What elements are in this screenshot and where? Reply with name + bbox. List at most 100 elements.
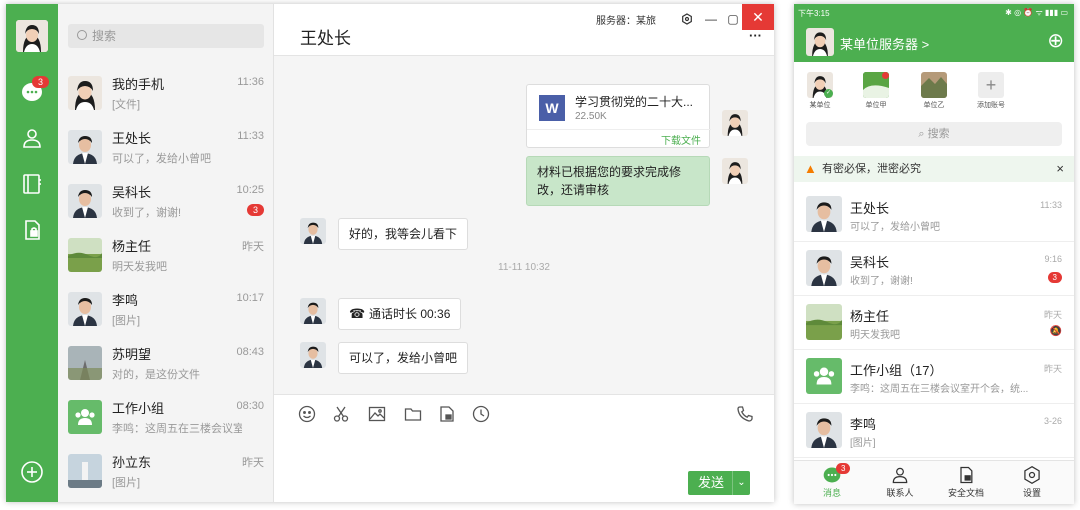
history-clock-icon[interactable] (472, 405, 490, 423)
add-icon[interactable] (18, 458, 46, 486)
time-separator: 11-11 10:32 (498, 262, 550, 273)
conversation-time: 10:17 (236, 292, 264, 304)
list-item[interactable]: 工作小组 李鸣：这周五在三楼会议室... 08:30 (58, 392, 274, 446)
received-message[interactable]: 可以了，发给小曾吧 (338, 342, 469, 374)
settings-icon (1024, 465, 1040, 485)
avatar (68, 184, 102, 218)
search-input[interactable]: ⌕ 搜索 (806, 122, 1062, 146)
secure-files-icon[interactable] (18, 216, 46, 244)
account-avatar (863, 72, 889, 98)
send-button[interactable]: 发送 ⌄ (688, 471, 750, 495)
user-avatar[interactable] (16, 20, 48, 52)
secure-file-icon[interactable] (438, 405, 456, 423)
account-tab[interactable]: ✓ 某单位 (800, 72, 840, 110)
call-duration: 通话时长 00:36 (369, 307, 451, 321)
contacts-icon (892, 467, 908, 484)
close-button[interactable]: ✕ (742, 4, 774, 30)
minimize-button[interactable]: — (700, 10, 722, 28)
nav-label: 消息 (822, 488, 841, 498)
address-book-icon[interactable] (18, 170, 46, 198)
account-avatar: ✓ (807, 72, 833, 98)
send-label: 发送 (698, 475, 725, 490)
bottom-nav: 消息 3 联系人 安全文档 设置 (794, 460, 1074, 504)
nav-settings[interactable]: 设置 (1002, 465, 1062, 499)
list-item[interactable]: 王处长 可以了，发给小曾吧 11:33 (58, 122, 274, 176)
maximize-button[interactable]: ▢ (722, 10, 744, 28)
avatar (806, 196, 842, 232)
add-circle-icon[interactable]: ⊕ (1047, 28, 1064, 53)
message-composer[interactable]: 发送 ⌄ (274, 394, 774, 502)
conversation-time: 昨天 (1043, 364, 1062, 374)
settings-icon[interactable] (676, 10, 698, 28)
list-item[interactable]: 李鸣 [图片] 10:17 (58, 284, 274, 338)
avatar (300, 218, 326, 244)
mobile-screen: 下午3:15 ✱ ◎ ⏰ ᯤ ▮▮▮ ▭ 某单位服务器 > ⊕ ✓ 某单位 单位… (794, 4, 1074, 504)
avatar (68, 346, 102, 380)
list-item[interactable]: 苏明望 对的，是这份文件 08:43 (58, 338, 274, 392)
unread-badge: 3 (32, 76, 50, 88)
conversation-preview: 收到了，谢谢! (850, 276, 913, 287)
mobile-header: 下午3:15 ✱ ◎ ⏰ ᯤ ▮▮▮ ▭ 某单位服务器 > ⊕ (794, 4, 1074, 62)
mute-bell-icon: 🔕 (1049, 326, 1062, 337)
conversation-preview: 李鸣：这周五在三楼会议室开个会，统... (850, 384, 1029, 395)
search-placeholder: 搜索 (927, 128, 950, 140)
list-item[interactable]: 杨主任 明天发我吧 昨天 🔕 (794, 296, 1074, 350)
conversation-list: 搜索 我的手机 [文件] 11:36 王处长 可以了，发给小曾吧 11:33 吴… (58, 4, 274, 502)
unread-badge: 3 (1047, 272, 1062, 283)
account-tab[interactable]: 单位乙 (914, 72, 954, 110)
account-label: 添加账号 (977, 102, 1005, 109)
account-tab[interactable]: 单位甲 (856, 72, 896, 110)
search-input[interactable]: 搜索 (68, 24, 264, 48)
avatar (806, 304, 842, 340)
user-avatar[interactable] (806, 28, 834, 56)
close-icon[interactable]: × (1056, 156, 1064, 182)
received-message[interactable]: 好的，我等会儿看下 (338, 218, 469, 250)
avatar (68, 454, 102, 488)
image-icon[interactable] (368, 405, 386, 423)
conversation-name: 工作小组 (112, 401, 165, 416)
sidebar-rail: 3 (6, 4, 58, 502)
list-item[interactable]: 吴科长 收到了，谢谢! 10:25 3 (58, 176, 274, 230)
more-button[interactable]: ··· (749, 28, 762, 43)
call-record-message[interactable]: ☎ 通话时长 00:36 (338, 298, 462, 330)
search-icon (77, 30, 87, 40)
send-options-chevron-icon[interactable]: ⌄ (732, 471, 750, 495)
search-placeholder: 搜索 (92, 29, 117, 43)
conversation-time: 昨天 (242, 457, 264, 469)
conversation-name: 孙立东 (112, 455, 152, 470)
list-item[interactable]: 工作小组（17） 李鸣：这周五在三楼会议室开个会，统... 昨天 (794, 350, 1074, 404)
list-item[interactable]: 李鸣 [图片] 3-26 (794, 404, 1074, 458)
nav-secure-docs[interactable]: 安全文档 (936, 465, 996, 499)
nav-label: 联系人 (886, 488, 914, 498)
download-file-link[interactable]: 下载文件 (661, 132, 701, 147)
conversation-preview: 收到了，谢谢! (112, 207, 182, 219)
conversation-name: 吴科长 (850, 255, 890, 270)
list-item[interactable]: 杨主任 明天发我吧 昨天 (58, 230, 274, 284)
contacts-icon[interactable] (18, 124, 46, 152)
conversation-name: 李鸣 (850, 417, 877, 432)
phone-call-icon[interactable] (736, 405, 754, 423)
unread-badge: 3 (246, 204, 264, 216)
conversation-preview: [文件] (112, 99, 141, 111)
conversation-time: 10:25 (236, 184, 264, 196)
conversation-time: 昨天 (1043, 310, 1062, 320)
nav-contacts[interactable]: 联系人 (870, 465, 930, 499)
conversation-name: 杨主任 (112, 239, 152, 254)
group-avatar (806, 358, 842, 394)
list-item[interactable]: 王处长 可以了，发给小曾吧 11:33 (794, 188, 1074, 242)
screenshot-scissors-icon[interactable] (332, 405, 350, 423)
conversation-name: 我的手机 (112, 77, 165, 92)
conversation-name: 王处长 (850, 201, 890, 216)
account-tab[interactable]: + 添加账号 (971, 72, 1011, 110)
list-item[interactable]: 孙立东 [图片] 昨天 (58, 446, 274, 500)
folder-icon[interactable] (404, 405, 422, 423)
sent-message[interactable]: 材料已根据您的要求完成修改，还请审核 (526, 156, 710, 206)
file-message[interactable]: W 学习贯彻党的二十大... 22.50K 下载文件 (526, 84, 711, 148)
list-item[interactable]: 我的手机 [文件] 11:36 (58, 68, 274, 122)
emoji-icon[interactable] (298, 405, 316, 423)
avatar (806, 250, 842, 286)
list-item[interactable]: 吴科长 收到了，谢谢! 9:16 3 (794, 242, 1074, 296)
server-selector[interactable]: 某单位服务器 > (840, 34, 929, 53)
secure-files-icon (960, 466, 973, 484)
nav-messages[interactable]: 消息 3 (802, 463, 862, 499)
